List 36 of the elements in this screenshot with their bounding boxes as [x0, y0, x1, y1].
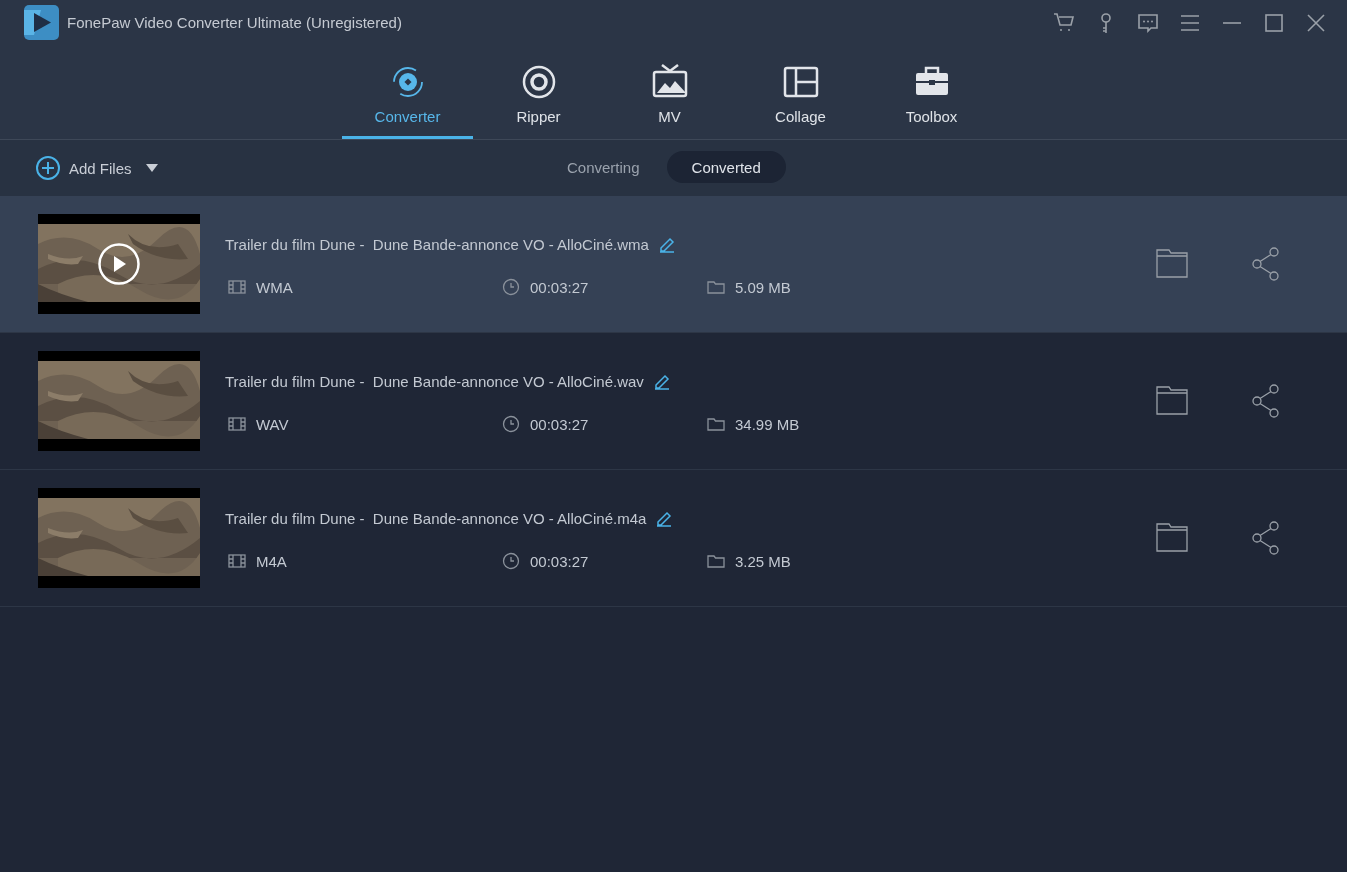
file-row[interactable]: Trailer du film Dune - Dune Bande-annonce VO - AlloCiné.wma WMA 00:03:27 5.09 MB	[0, 196, 1347, 333]
view-tab[interactable]: Converting	[548, 151, 659, 183]
folder-icon	[707, 552, 725, 570]
nav-tab[interactable]: Collage	[735, 45, 866, 139]
nav-tab[interactable]: Ripper	[473, 45, 604, 139]
file-duration: 00:03:27	[530, 415, 589, 433]
folder-icon	[707, 415, 725, 433]
folder-icon	[707, 278, 725, 296]
film-icon	[228, 415, 246, 433]
file-size: 5.09 MB	[735, 278, 791, 296]
file-name: Trailer du film Dune - Dune Bande-annonce VO - AlloCiné.m4a	[225, 509, 647, 527]
file-size: 34.99 MB	[735, 415, 800, 433]
clock-icon	[502, 278, 520, 296]
file-duration: 00:03:27	[530, 278, 589, 296]
view-tab[interactable]: Converted	[666, 151, 786, 183]
file-size: 3.25 MB	[735, 552, 791, 570]
clock-icon	[502, 552, 520, 570]
file-name: Trailer du film Dune - Dune Bande-annonce VO - AlloCiné.wav	[225, 372, 644, 390]
file-row[interactable]: Trailer du film Dune - Dune Bande-annonce VO - AlloCiné.m4a M4A 00:03:27 3.25 MB	[0, 470, 1347, 607]
logo-icon	[24, 5, 59, 40]
film-icon	[228, 278, 246, 296]
file-name: Trailer du film Dune - Dune Bande-annonce VO - AlloCiné.wma	[225, 235, 649, 253]
add-icon	[35, 155, 61, 181]
file-format: M4A	[256, 552, 287, 570]
window-title: FonePaw Video Converter Ultimate (Unregistered)	[67, 14, 403, 31]
play-icon[interactable]	[98, 243, 140, 285]
add-files-button[interactable]: Add Files	[35, 155, 158, 181]
file-duration: 00:03:27	[530, 552, 589, 570]
clock-icon	[502, 415, 520, 433]
nav-tab[interactable]: Toolbox	[866, 45, 997, 139]
nav-tab[interactable]: MV	[604, 45, 735, 139]
file-row[interactable]: Trailer du film Dune - Dune Bande-annonce VO - AlloCiné.wav WAV 00:03:27 34.99 MB	[0, 333, 1347, 470]
file-format: WMA	[256, 278, 293, 296]
file-format: WAV	[256, 415, 289, 433]
caret-icon	[145, 164, 158, 172]
film-icon	[228, 552, 246, 570]
